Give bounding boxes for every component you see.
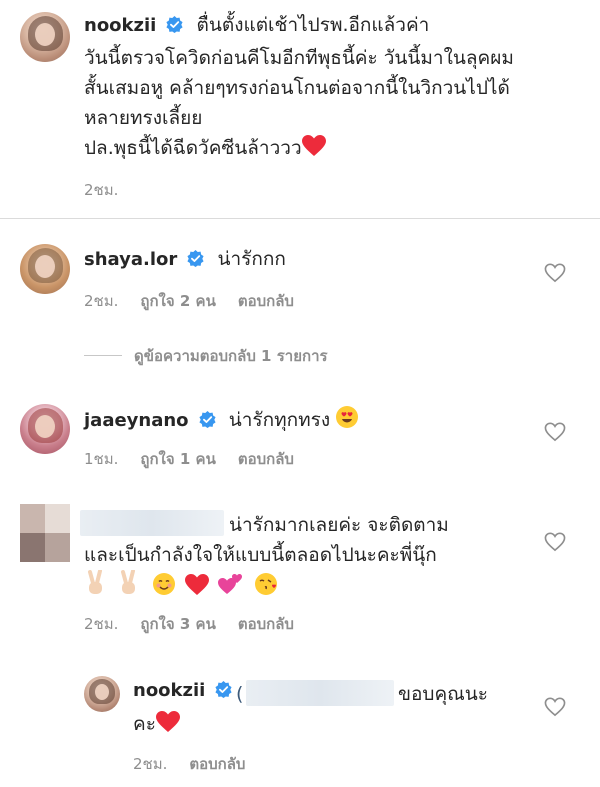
like-heart-icon[interactable] [544,532,566,552]
caption-line-5-wrap: ปล.พุธนี้ได้ฉีดวัคซีนล้าววว [84,134,326,163]
reply-line-2-wrap: คะ [133,710,180,739]
verified-badge-icon [199,411,216,428]
caption-divider [0,218,600,219]
avatar-pixel [20,533,45,562]
caption-username[interactable]: nookzii [84,15,156,36]
comment-2-reply-button[interactable]: ตอบกลับ [238,450,294,468]
verified-badge-icon [187,250,204,267]
comment-3-meta: 2ชม. ถูกใจ 3 คน ตอบกลับ [84,612,316,636]
caption-avatar[interactable] [20,12,70,62]
caption-line-4: หลายทรงเลี้ยย [84,107,203,129]
reply-mention-open: ( [236,683,244,705]
heart-eyes-emoji-icon [336,406,359,428]
reply-meta: 2ชม. ตอบกลับ [133,752,267,776]
reply-avatar[interactable] [84,676,120,712]
caption-line-2: วันนี้ตรวจโควิดก่อนคีโมอีกทีพุธนี้ค่ะ วั… [84,47,514,69]
comment-1-likes[interactable]: ถูกใจ 2 คน [140,292,215,310]
caption-line-5: ปล.พุธนี้ได้ฉีดวัคซีนล้าววว [84,137,302,159]
blurred-username [80,510,224,536]
like-heart-icon[interactable] [544,263,566,283]
comment-2-likes[interactable]: ถูกใจ 1 คน [140,450,215,468]
like-heart-icon[interactable] [544,422,566,442]
avatar-face [35,23,55,46]
comment-3-emoji-row [84,570,279,597]
avatar-face [35,255,55,278]
red-heart-icon [301,135,326,156]
caption-header: nookzii ตื่นตั้งแต่เช้าไปรพ.อีกแล้วค่า [84,11,429,40]
comment-2-meta: 1ชม. ถูกใจ 1 คน ตอบกลับ [84,447,316,471]
like-heart-icon[interactable] [544,697,566,717]
avatar-face [35,415,55,438]
comment-3-line-1: น่ารักมากเลยค่ะ จะติดตาม [229,514,449,536]
comment-1-meta: 2ชม. ถูกใจ 2 คน ตอบกลับ [84,289,316,313]
avatar-pixel [45,504,70,533]
avatar-pixel [20,504,45,533]
comment-2-text: น่ารักทุกทรง [228,409,331,431]
red-heart-icon [155,711,180,732]
face-blowing-kiss-icon [255,573,278,595]
comment-avatar-blurred[interactable] [20,504,70,562]
comment-3-time: 2ชม. [84,615,119,633]
comment-2-time: 1ชม. [84,450,119,468]
reply-line-2: คะ [133,713,156,735]
view-replies-button[interactable]: ดูข้อความตอบกลับ 1 รายการ [134,344,328,368]
comment-avatar-jaaeynano[interactable] [20,404,70,454]
two-hearts-icon [218,574,243,594]
victory-hand-icon [121,570,136,594]
victory-hand-icon [88,570,102,594]
blurred-mention [246,680,394,706]
reply-text: ขอบคุณนะ [398,683,488,705]
comment-1-header: shaya.lor น่ารักกก [84,245,286,274]
caption-time: 2ชม. [84,181,119,199]
comment-1-reply-button[interactable]: ตอบกลับ [238,292,294,310]
caption-meta: 2ชม. [84,178,140,202]
verified-badge-icon [166,16,184,33]
comment-3-likes[interactable]: ถูกใจ 3 คน [140,615,215,633]
reply-reply-button[interactable]: ตอบกลับ [189,755,245,773]
view-replies-line [84,355,122,356]
reply-time: 2ชม. [133,755,168,773]
comment-avatar-shaya[interactable] [20,244,70,294]
caption-line-3: สั้นเสมอหู คล้ายๆทรงก่อนโกนต่อจากนี้ในวิ… [84,77,510,99]
reply-username[interactable]: nookzii [133,680,205,701]
comment-1-username[interactable]: shaya.lor [84,249,177,270]
caption-line-1: ตื่นตั้งแต่เช้าไปรพ.อีกแล้วค่า [196,14,430,36]
reply-header: nookzii [133,680,233,701]
comment-2-header: jaaeynano น่ารักทุกทรง [84,405,359,435]
smiling-face-icon [153,573,176,595]
comment-1-text: น่ารักกก [217,248,286,270]
red-heart-icon [185,574,210,595]
comment-1-time: 2ชม. [84,292,119,310]
verified-badge-icon [215,681,233,698]
avatar-pixel [45,533,70,562]
comment-3-line-2: และเป็นกำลังใจให้แบบนี้ตลอดไปนะคะพี่นุ๊ก [84,544,437,566]
comment-2-username[interactable]: jaaeynano [84,410,189,431]
comment-3-reply-button[interactable]: ตอบกลับ [238,615,294,633]
